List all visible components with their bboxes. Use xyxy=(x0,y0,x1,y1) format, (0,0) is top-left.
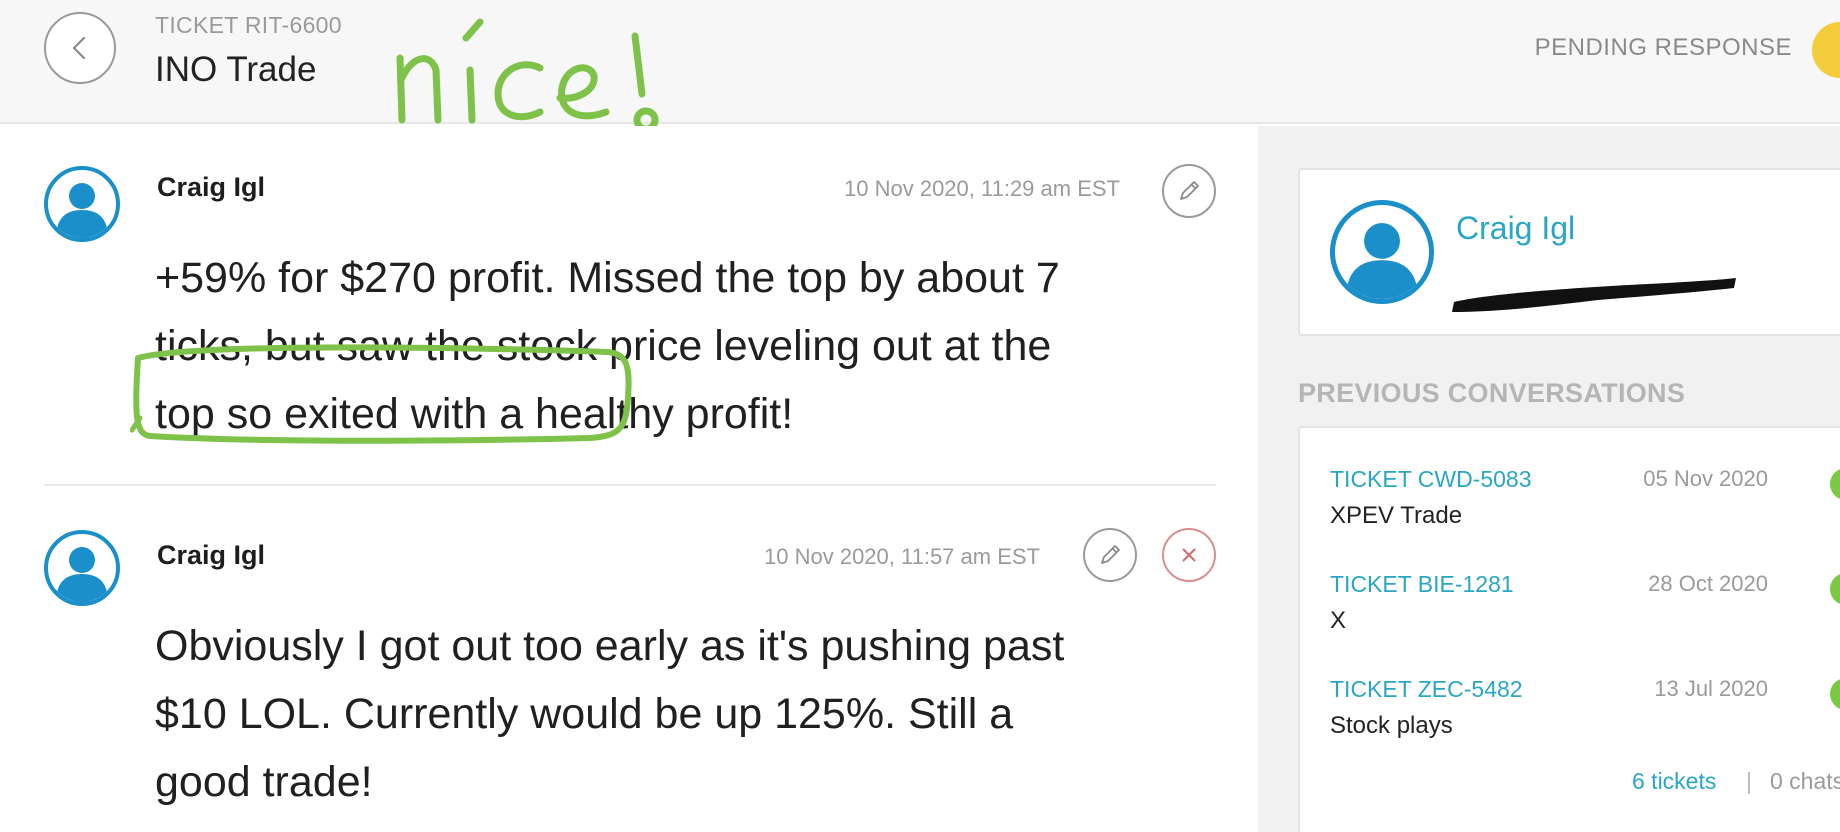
conversation-ticket-id[interactable]: TICKET BIE-1281 xyxy=(1330,571,1514,598)
previous-conversations-list: TICKET CWD-5083 05 Nov 2020 XPEV Trade T… xyxy=(1298,426,1840,832)
conversation-subject: Stock plays xyxy=(1330,712,1453,739)
chevron-left-icon xyxy=(72,36,86,60)
handwritten-underline-annotation xyxy=(350,826,990,832)
message-line: top so exited with a healthy profit! xyxy=(155,390,794,438)
close-icon xyxy=(1182,548,1196,562)
delete-message-button[interactable] xyxy=(1162,528,1216,582)
conversation-status-dot xyxy=(1830,573,1840,605)
user-silhouette-icon xyxy=(56,547,108,602)
message-line: +59% for $270 profit. Missed the top by … xyxy=(155,254,1060,302)
customer-profile-card: Craig Igl xyxy=(1298,168,1840,336)
edit-icon xyxy=(1101,545,1120,564)
message-author: Craig Igl xyxy=(157,540,266,570)
customer-name-link[interactable]: Craig Igl xyxy=(1456,210,1575,247)
conversation-subject: XPEV Trade xyxy=(1330,502,1463,529)
separator: | xyxy=(1746,768,1752,794)
edit-icon xyxy=(1180,181,1199,200)
message-divider xyxy=(44,484,1216,486)
avatar xyxy=(44,166,120,242)
message-timestamp: 10 Nov 2020, 11:29 am EST xyxy=(844,176,1120,201)
message-line: $10 LOL. Currently would be up 125%. Sti… xyxy=(155,690,1014,738)
ticket-id-label: TICKET RIT-6600 xyxy=(155,12,342,38)
previous-conversations-heading: PREVIOUS CONVERSATIONS xyxy=(1298,378,1686,408)
list-item[interactable]: TICKET BIE-1281 28 Oct 2020 X xyxy=(1330,571,1840,661)
status-indicator xyxy=(1812,22,1840,78)
list-item[interactable]: TICKET CWD-5083 05 Nov 2020 XPEV Trade xyxy=(1330,466,1840,556)
message-line: Obviously I got out too early as it's pu… xyxy=(155,622,1065,670)
avatar xyxy=(1330,200,1434,304)
message-timestamp: 10 Nov 2020, 11:57 am EST xyxy=(764,544,1040,569)
conversation-status-dot xyxy=(1830,678,1840,710)
conversation-date: 28 Oct 2020 xyxy=(1648,571,1768,596)
edit-message-button[interactable] xyxy=(1083,528,1137,582)
chats-count-link[interactable]: 0 chats xyxy=(1770,768,1840,795)
message-thread: Craig Igl 10 Nov 2020, 11:29 am EST +59%… xyxy=(0,126,1258,832)
edit-message-button[interactable] xyxy=(1162,164,1216,218)
ticket-title: INO Trade xyxy=(155,50,317,89)
conversation-ticket-id[interactable]: TICKET CWD-5083 xyxy=(1330,466,1532,493)
message-line: good trade! xyxy=(155,758,373,806)
avatar xyxy=(44,530,120,606)
message-author: Craig Igl xyxy=(157,172,266,202)
message-body: +59% for $270 profit. Missed the top by … xyxy=(155,244,1215,448)
conversation-status-dot xyxy=(1830,468,1840,500)
status-label: PENDING RESPONSE xyxy=(1534,34,1792,61)
tickets-count-link[interactable]: 6 tickets xyxy=(1632,768,1716,795)
conversation-subject: X xyxy=(1330,607,1347,634)
conversation-date: 05 Nov 2020 xyxy=(1643,466,1768,491)
message-line: ticks, but saw the stock price leveling … xyxy=(155,322,1052,370)
conversation-date: 13 Jul 2020 xyxy=(1654,676,1768,701)
user-silhouette-icon xyxy=(56,183,108,238)
message-body: Obviously I got out too early as it's pu… xyxy=(155,612,1215,816)
customer-sidebar: Craig Igl PREVIOUS CONVERSATIONS TICKET … xyxy=(1258,126,1840,832)
list-item[interactable]: TICKET ZEC-5482 13 Jul 2020 Stock plays xyxy=(1330,676,1840,766)
conversation-ticket-id[interactable]: TICKET ZEC-5482 xyxy=(1330,676,1523,703)
ticket-header: TICKET RIT-6600 INO Trade PENDING RESPON… xyxy=(0,0,1840,133)
user-silhouette-icon xyxy=(1346,222,1418,299)
back-button[interactable] xyxy=(44,12,116,84)
redaction-mark xyxy=(1452,278,1736,312)
